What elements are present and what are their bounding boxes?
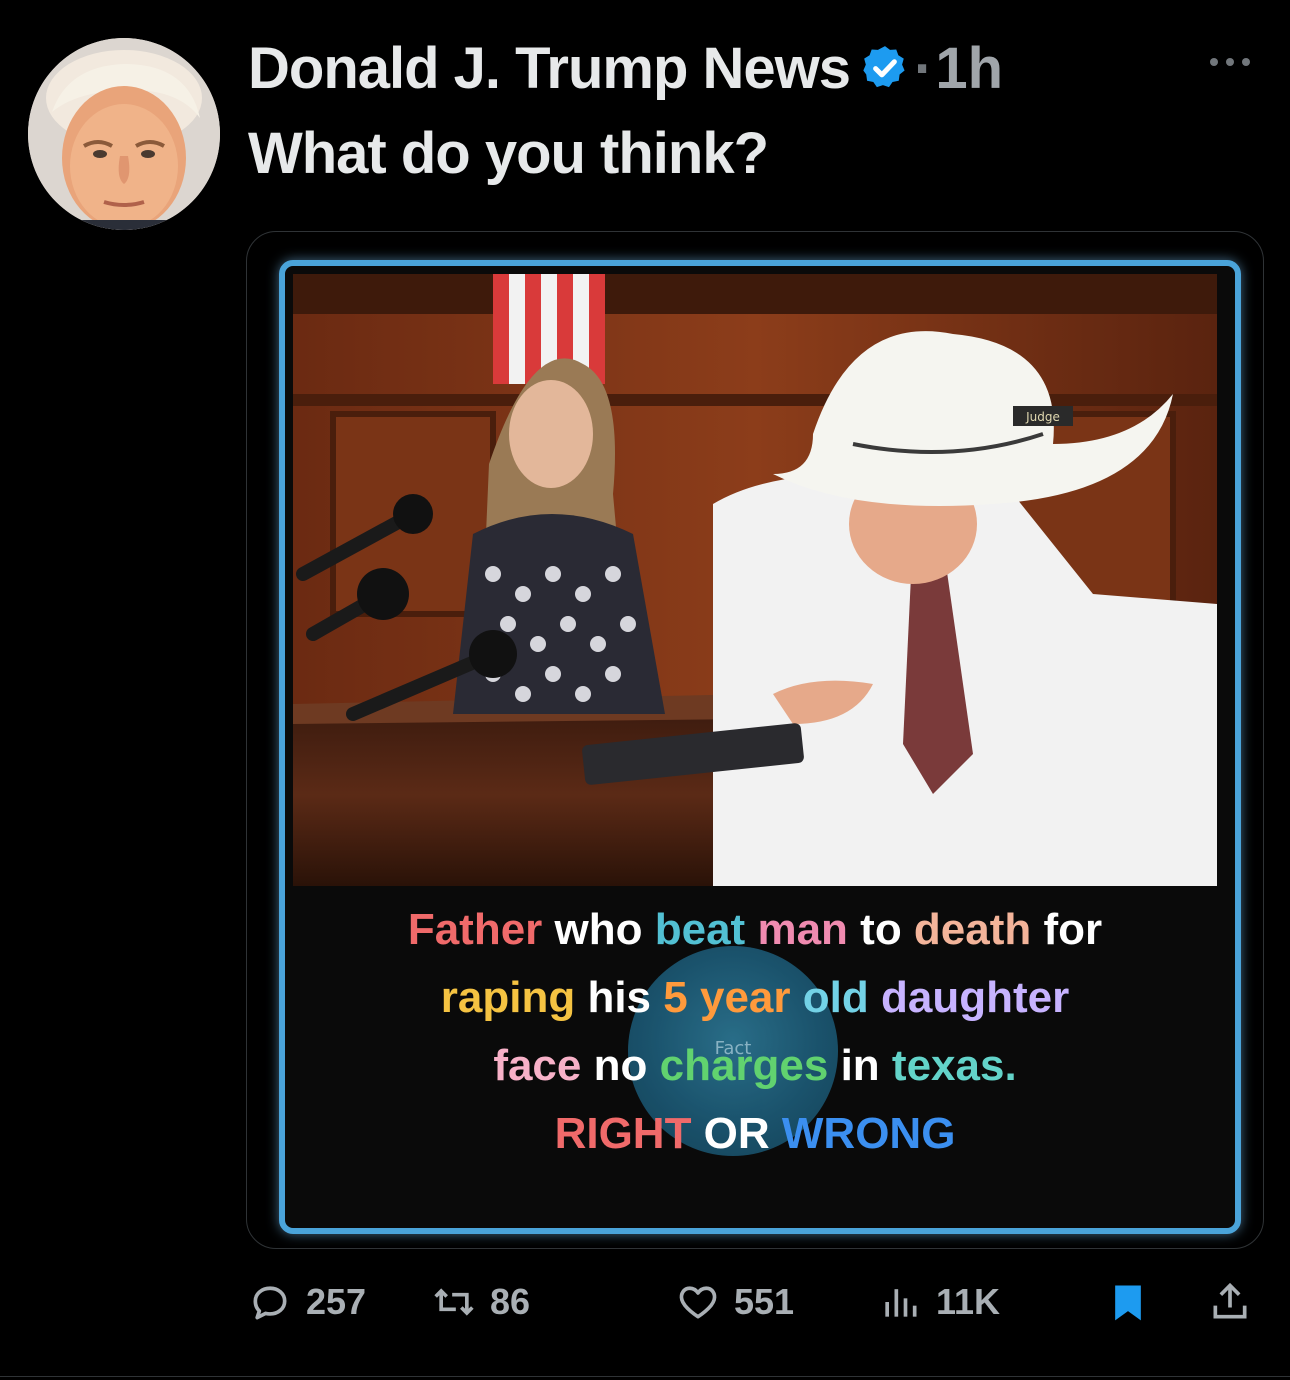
- caption-word: 5: [663, 973, 688, 1022]
- share-button[interactable]: [1208, 1270, 1252, 1334]
- caption-word: texas.: [891, 1041, 1017, 1090]
- caption-word: old: [802, 973, 869, 1022]
- share-icon: [1213, 1282, 1247, 1319]
- caption-word: raping: [440, 973, 576, 1022]
- verified-badge-icon: [863, 46, 905, 88]
- photo-illustration: Judge: [293, 274, 1217, 886]
- tweet-text: What do you think?: [248, 121, 769, 186]
- media-card[interactable]: Judge Fact Father who beat man to death …: [246, 231, 1264, 1249]
- caption-word: man: [757, 905, 848, 954]
- views-icon: [885, 1289, 917, 1317]
- caption-line-4: RIGHT OR WRONG: [285, 1100, 1225, 1168]
- author-name[interactable]: Donald J. Trump News: [248, 35, 851, 102]
- caption-word: RIGHT: [554, 1109, 692, 1158]
- caption-word: for: [1031, 905, 1103, 954]
- image-caption: Father who beat man to death for raping …: [285, 896, 1225, 1168]
- reply-button[interactable]: 257: [248, 1270, 366, 1334]
- like-count: 551: [734, 1281, 795, 1322]
- caption-word: [745, 905, 757, 954]
- caption-word: no: [581, 1041, 660, 1090]
- caption-word: OR: [691, 1109, 782, 1158]
- caption-word: death: [913, 905, 1032, 954]
- press-conference-photo: Judge: [293, 274, 1217, 886]
- caption-word: charges: [659, 1041, 829, 1090]
- repost-count: 86: [490, 1281, 531, 1322]
- caption-line-3: face no charges in texas.: [285, 1032, 1225, 1100]
- tweet[interactable]: Donald J. Trump News · 1h What do you th…: [0, 0, 1290, 1380]
- caption-word: who: [542, 905, 655, 954]
- post-header: Donald J. Trump News · 1h: [248, 30, 1003, 106]
- caption-line-1: Father who beat man to death for: [285, 896, 1225, 964]
- bookmark-button[interactable]: [1106, 1270, 1150, 1334]
- avatar[interactable]: [28, 38, 220, 230]
- more-options-icon[interactable]: [1206, 52, 1254, 72]
- caption-word: [791, 973, 803, 1022]
- like-icon: [679, 1286, 717, 1319]
- views-count: 11K: [936, 1281, 1001, 1322]
- bookmark-icon: [1115, 1285, 1141, 1321]
- caption-word: daughter: [868, 973, 1070, 1022]
- repost-icon: [434, 1288, 474, 1316]
- caption-word: Father: [407, 905, 543, 954]
- caption-word: to: [847, 905, 914, 954]
- caption-word: face: [493, 1041, 582, 1090]
- avatar-image: [28, 38, 220, 230]
- like-button[interactable]: 551: [676, 1270, 794, 1334]
- views-button[interactable]: 11K: [878, 1270, 1000, 1334]
- reply-icon: [253, 1286, 287, 1320]
- bottom-divider: [0, 1376, 1290, 1377]
- caption-word: [688, 973, 700, 1022]
- caption-word: beat: [654, 905, 746, 954]
- desk-sign-text: Judge: [1025, 410, 1060, 424]
- post-timestamp[interactable]: 1h: [935, 35, 1003, 102]
- media-frame: Judge Fact Father who beat man to death …: [279, 260, 1241, 1234]
- caption-word: year: [699, 973, 791, 1022]
- caption-word: in: [828, 1041, 892, 1090]
- caption-line-2: raping his 5 year old daughter: [285, 964, 1225, 1032]
- caption-word: WRONG: [781, 1109, 956, 1158]
- repost-button[interactable]: 86: [432, 1270, 530, 1334]
- reply-count: 257: [306, 1281, 367, 1322]
- header-separator: ·: [914, 35, 934, 101]
- caption-word: his: [575, 973, 664, 1022]
- action-bar: 257 86 551 11K: [248, 1270, 1258, 1334]
